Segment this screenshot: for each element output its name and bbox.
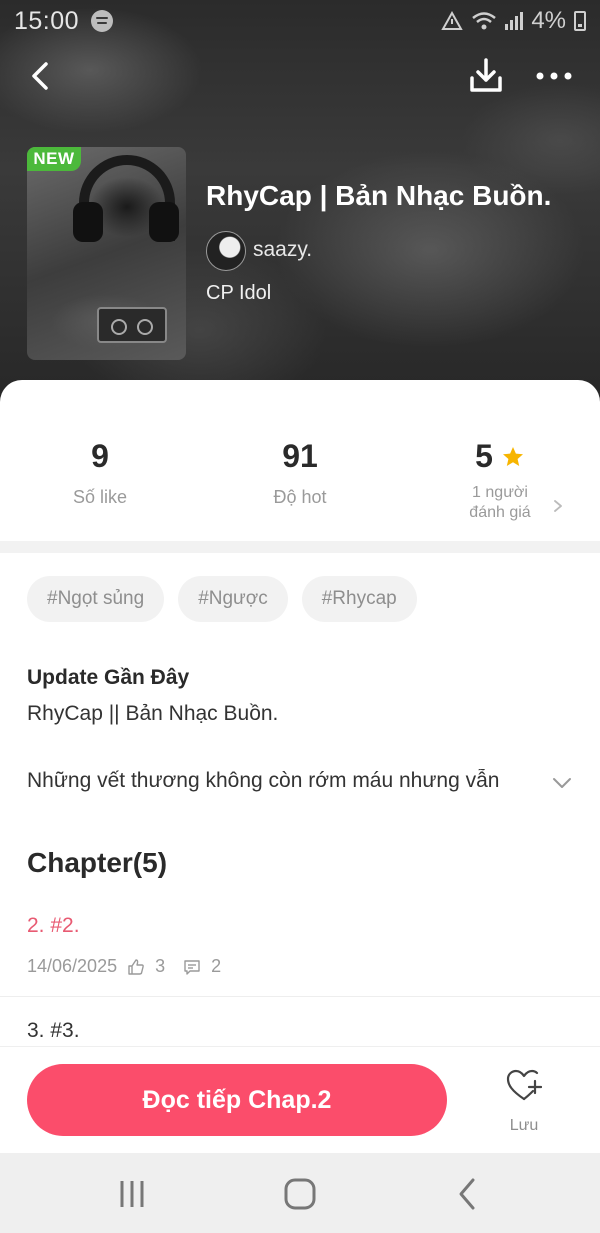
chevron-right-icon[interactable]	[550, 498, 566, 514]
chapter-comments: 2	[211, 956, 222, 976]
heart-plus-icon[interactable]	[506, 1069, 542, 1103]
author-name[interactable]: saazy.	[253, 238, 312, 262]
download-icon[interactable]	[466, 56, 506, 96]
story-title: RhyCap | Bản Nhạc Buồn.	[206, 180, 552, 211]
section-divider	[0, 541, 600, 553]
save-label[interactable]: Lưu	[498, 1117, 550, 1135]
chapter-heading: Chapter(5)	[27, 847, 168, 878]
hot-stat: 91 Độ hot	[200, 438, 400, 508]
chapter-title[interactable]: 2. #2.	[27, 914, 80, 938]
chapter-title[interactable]: 3. #3.	[27, 1019, 80, 1043]
rating-value: 5	[475, 438, 493, 474]
update-heading: Update Gần Đây	[27, 666, 190, 689]
rating-stat[interactable]: 5 1 người đánh giá	[400, 438, 600, 523]
tag-list: #Ngọt sủng #Ngược #Rhycap	[27, 576, 417, 622]
rating-count-line1: 1 người	[472, 484, 528, 501]
battery-icon	[574, 11, 586, 31]
tag-chip[interactable]: #Rhycap	[301, 576, 417, 622]
signal-icon	[505, 12, 524, 30]
back-arrow-icon[interactable]	[22, 56, 62, 96]
continue-reading-button[interactable]: Đọc tiếp Chap.2	[27, 1064, 447, 1136]
rating-value-wrap: 5	[475, 438, 525, 475]
cover-headphone-left	[73, 202, 103, 242]
likes-stat: 9 Số like	[0, 438, 200, 508]
system-navigation-bar	[0, 1153, 600, 1233]
tag-chip[interactable]: #Ngược	[178, 576, 288, 622]
chapter-date: 14/06/2025	[27, 956, 118, 976]
likes-value: 9	[91, 438, 109, 474]
hot-value: 91	[282, 438, 318, 474]
battery-percent: 4%	[531, 7, 566, 34]
wifi-icon	[472, 12, 497, 30]
likes-label: Số like	[72, 487, 128, 507]
status-time: 15:00	[14, 6, 80, 35]
home-icon[interactable]	[280, 1175, 320, 1213]
story-category[interactable]: CP Idol	[206, 282, 271, 305]
back-icon[interactable]	[448, 1175, 488, 1213]
story-cover-image[interactable]	[27, 147, 186, 360]
hot-label: Độ hot	[273, 487, 327, 507]
stats-row: 9 Số like 91 Độ hot 5 1 người đánh giá	[0, 380, 600, 540]
spotify-icon	[91, 10, 114, 32]
alert-icon	[441, 11, 464, 30]
comment-icon	[184, 959, 200, 975]
cover-cassette-shape	[97, 307, 167, 343]
new-badge: NEW	[27, 147, 81, 171]
status-indicators: 4%	[441, 7, 586, 35]
rating-count-line2: đánh giá	[469, 504, 531, 521]
more-icon[interactable]	[532, 56, 576, 96]
star-icon	[502, 446, 523, 466]
update-title: RhyCap || Bản Nhạc Buồn.	[27, 702, 279, 725]
chapter-likes: 3	[155, 956, 166, 976]
row-divider	[0, 996, 600, 997]
status-bar: 15:00 4%	[0, 0, 600, 42]
tag-chip[interactable]: #Ngọt sủng	[27, 576, 165, 622]
chapter-meta: 14/06/2025 3 2	[27, 956, 221, 977]
chevron-down-icon[interactable]	[551, 772, 573, 794]
cover-headphone-right	[149, 202, 179, 242]
recent-apps-icon[interactable]	[112, 1175, 152, 1213]
thumb-up-icon	[128, 958, 144, 975]
author-avatar[interactable]	[206, 231, 246, 271]
bottom-action-bar: Đọc tiếp Chap.2 Lưu	[0, 1046, 600, 1153]
story-summary[interactable]: Những vết thương không còn rớm máu nhưng…	[27, 769, 547, 793]
